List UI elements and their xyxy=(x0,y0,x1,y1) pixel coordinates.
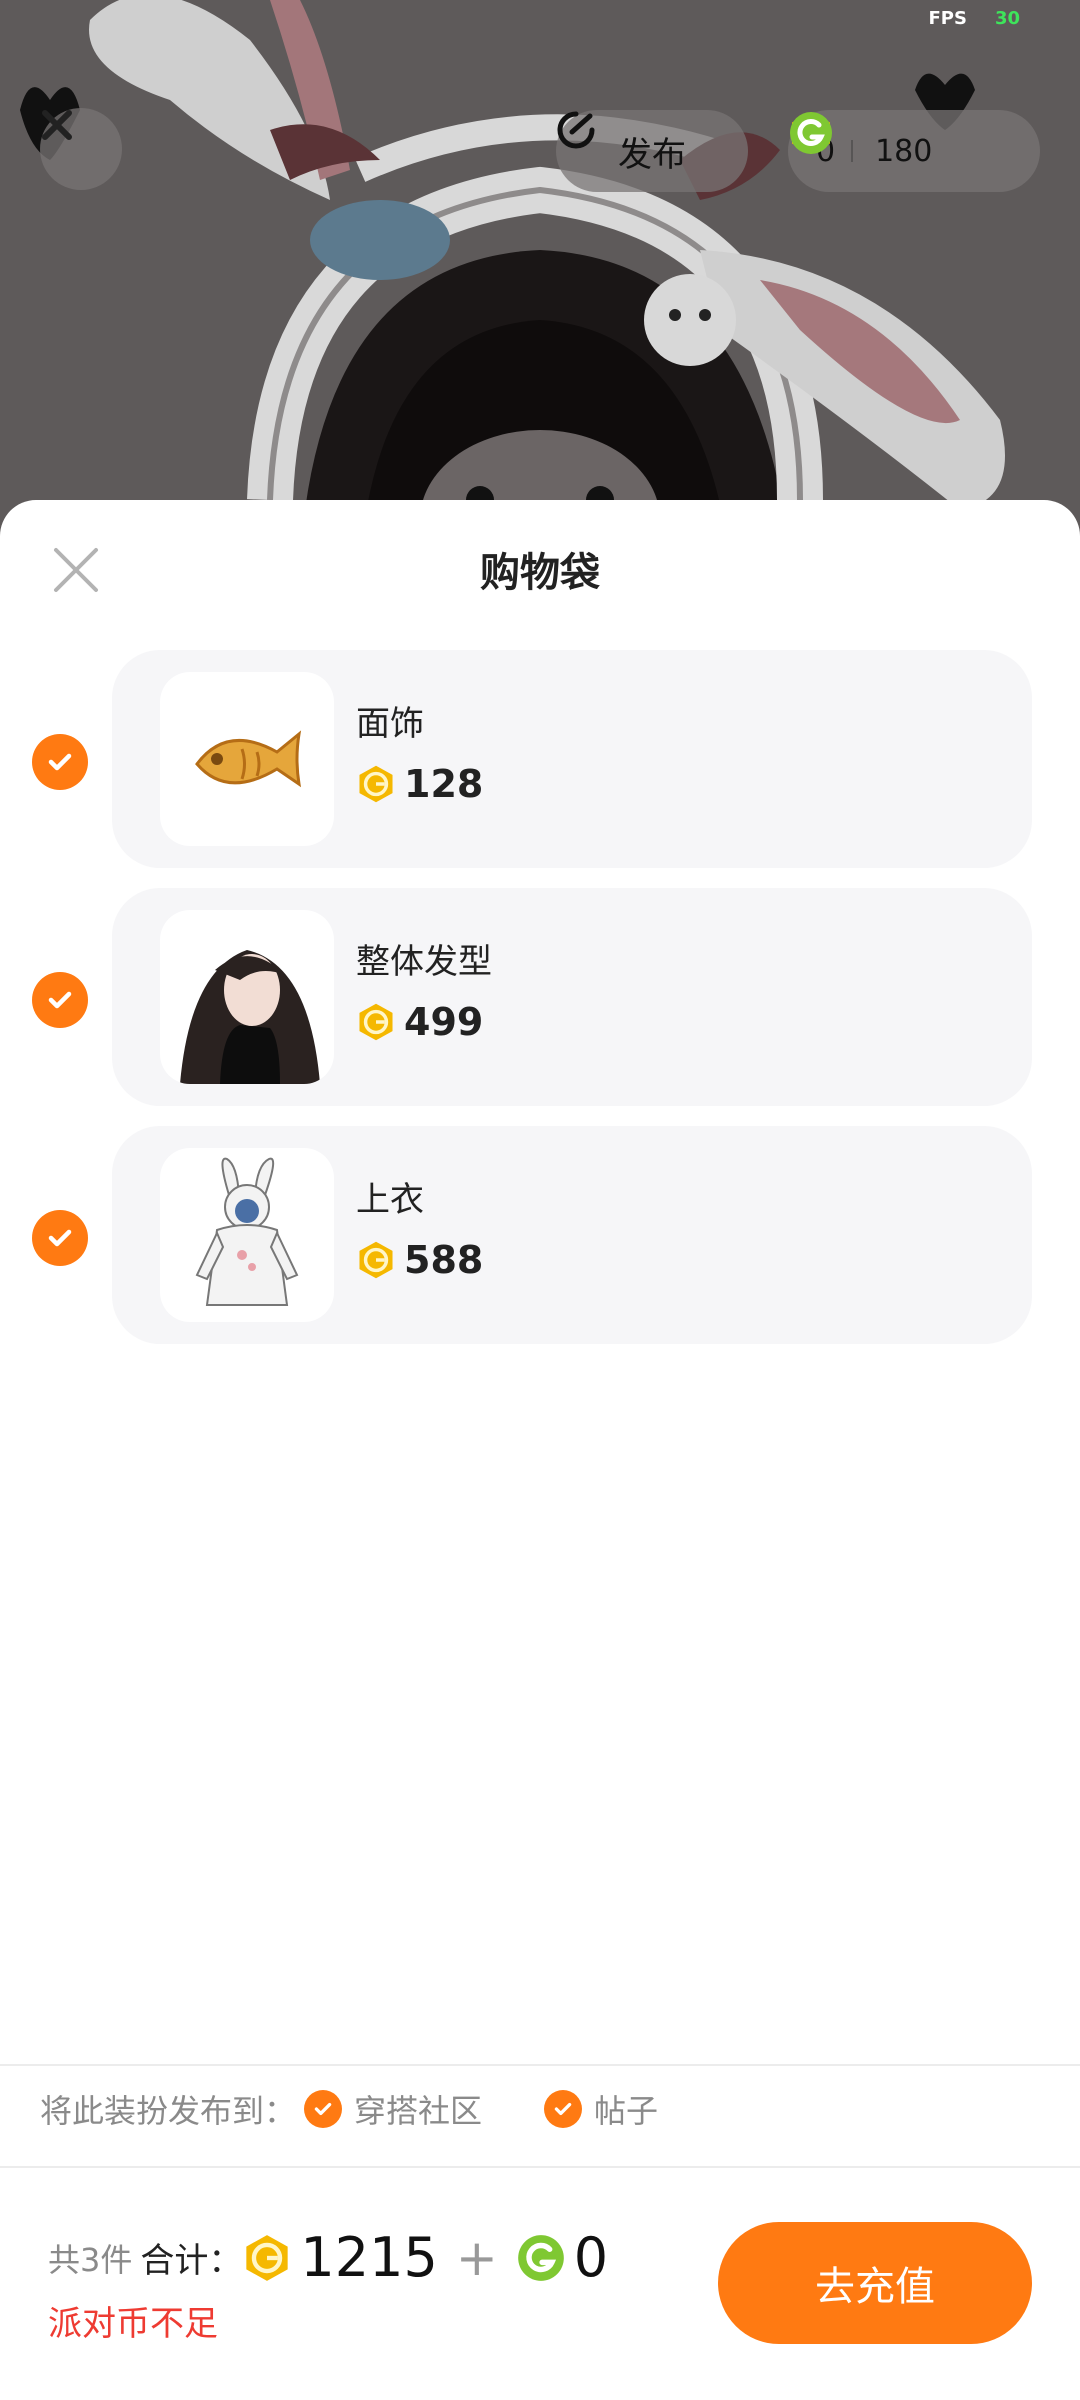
fish-face-ornament-icon xyxy=(195,730,302,788)
green-coin-icon xyxy=(517,2234,564,2281)
item-price-value: 588 xyxy=(404,1238,484,1282)
divider xyxy=(0,2166,1080,2168)
avatar-preview: FPS 30 发布 0 180 xyxy=(0,0,1080,560)
option-checkbox xyxy=(544,2090,583,2128)
order-summary: 共3件 合计： 1215 + 0 xyxy=(48,2226,608,2289)
option-checkbox xyxy=(304,2090,343,2128)
publish-destination-row: 将此装扮发布到： 穿搭社区 帖子 xyxy=(40,2086,658,2132)
gold-coin-icon xyxy=(359,1241,393,1279)
publish-destination-label: 将此装扮发布到： xyxy=(40,2092,297,2130)
cart-item: 上衣 588 xyxy=(0,1126,1080,1344)
item-count: 共3件 xyxy=(48,2240,133,2279)
sheet-title: 购物袋 xyxy=(480,550,600,596)
item-name: 整体发型 xyxy=(356,942,492,982)
item-name: 面饰 xyxy=(356,704,424,744)
item-price: 128 xyxy=(356,762,483,806)
publish-icon xyxy=(557,111,595,149)
item-checkbox[interactable] xyxy=(32,734,88,790)
currency-balance[interactable]: 0 180 xyxy=(788,110,1040,192)
item-price-value: 128 xyxy=(404,762,484,806)
item-price: 499 xyxy=(356,1000,483,1044)
insufficient-balance-warning: 派对币不足 xyxy=(48,2304,218,2344)
green-coin-icon xyxy=(790,112,832,154)
green-total: 0 xyxy=(573,2226,609,2289)
option-label: 帖子 xyxy=(594,2092,659,2130)
publish-option-community[interactable]: 穿搭社区 xyxy=(304,2086,482,2132)
gold-coin-icon xyxy=(359,1003,393,1041)
check-icon xyxy=(554,2102,572,2116)
long-hair-icon xyxy=(180,950,320,1084)
check-icon xyxy=(48,753,72,771)
cart-item: 整体发型 499 xyxy=(0,888,1080,1106)
cart-item: 面饰 128 xyxy=(0,650,1080,868)
item-name: 上衣 xyxy=(356,1180,424,1220)
item-thumbnail xyxy=(160,1148,334,1322)
check-icon xyxy=(48,991,72,1009)
fps-label: FPS xyxy=(928,8,967,29)
gold-coin-icon xyxy=(246,2234,289,2281)
item-price: 588 xyxy=(356,1238,483,1282)
plus-sign: + xyxy=(455,2228,498,2287)
item-checkbox[interactable] xyxy=(32,972,88,1028)
currency-separator xyxy=(851,140,854,162)
green-coin-balance: 180 xyxy=(875,133,933,169)
close-preview-button[interactable] xyxy=(40,108,122,190)
close-icon xyxy=(42,110,72,140)
fps-value: 30 xyxy=(994,8,1020,29)
publish-label: 发布 xyxy=(618,134,686,175)
publish-option-post[interactable]: 帖子 xyxy=(544,2086,658,2132)
recharge-button[interactable]: 去充值 xyxy=(718,2222,1032,2344)
gold-total: 1215 xyxy=(300,2226,438,2289)
item-price-value: 499 xyxy=(404,1000,484,1044)
total-label: 合计： xyxy=(140,2241,243,2281)
publish-button[interactable]: 发布 xyxy=(556,110,748,192)
item-card[interactable]: 上衣 588 xyxy=(112,1126,1032,1344)
item-card[interactable]: 面饰 128 xyxy=(112,650,1032,868)
item-card[interactable]: 整体发型 499 xyxy=(112,888,1032,1106)
gold-coin-icon xyxy=(359,765,393,803)
check-icon xyxy=(48,1229,72,1247)
option-label: 穿搭社区 xyxy=(354,2092,483,2130)
item-thumbnail xyxy=(160,910,334,1084)
check-icon xyxy=(314,2102,332,2116)
fps-counter: FPS 30 xyxy=(928,8,1020,29)
divider xyxy=(0,2064,1080,2066)
item-thumbnail xyxy=(160,672,334,846)
bunny-hoodie-icon xyxy=(195,1157,299,1306)
avatar-illustration xyxy=(20,0,1005,560)
item-checkbox[interactable] xyxy=(32,1210,88,1266)
